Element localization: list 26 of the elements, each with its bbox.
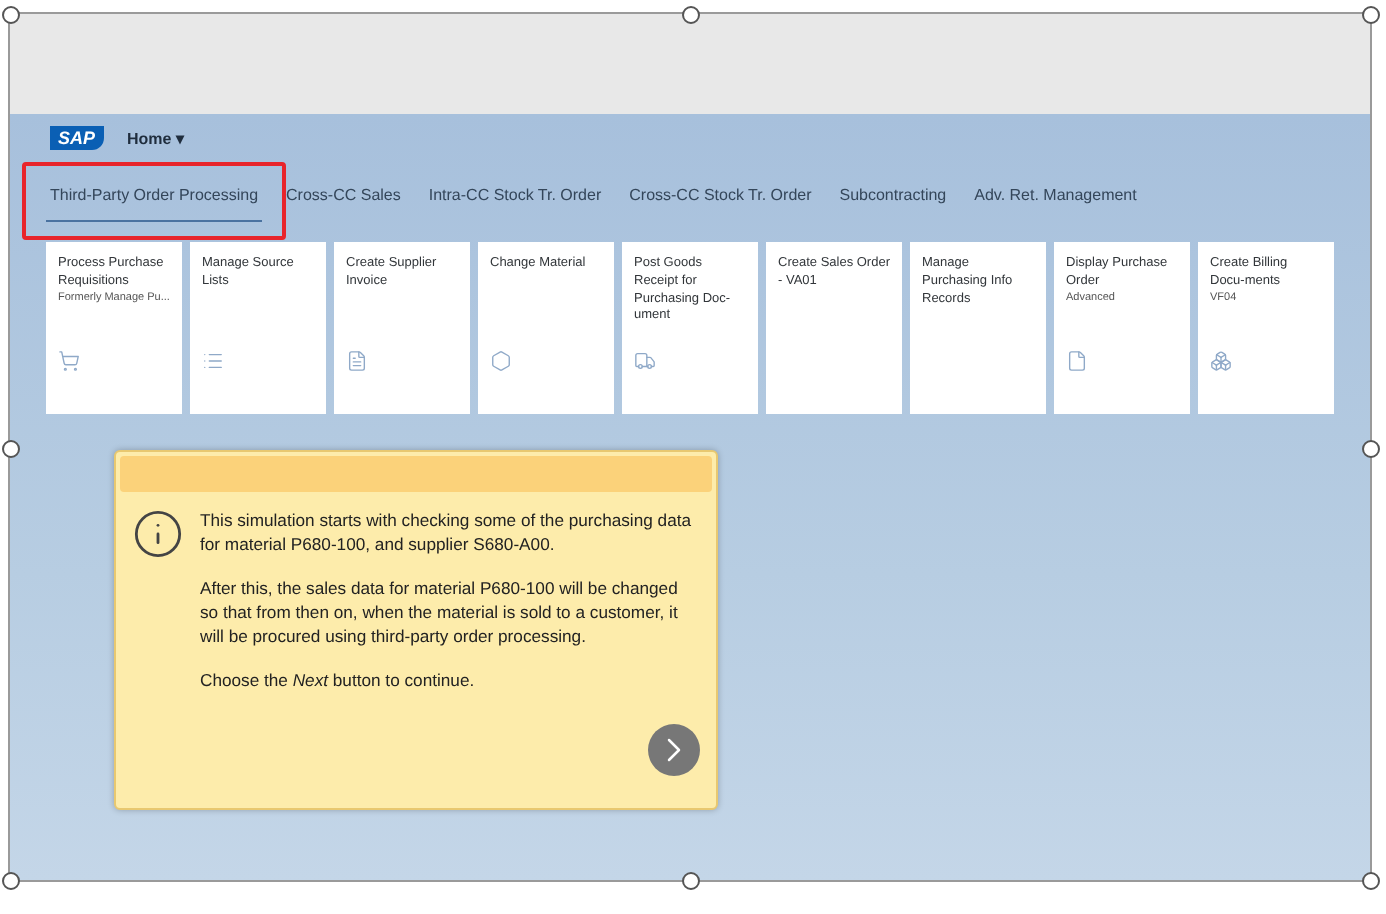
cart-icon bbox=[58, 350, 80, 372]
next-button[interactable] bbox=[648, 724, 700, 776]
truck-icon bbox=[634, 350, 656, 372]
resize-handle[interactable] bbox=[682, 6, 700, 24]
resize-handle[interactable] bbox=[682, 872, 700, 890]
home-menu[interactable]: Home ▾ bbox=[127, 129, 184, 147]
tab[interactable]: Cross-CC Stock Tr. Order bbox=[625, 178, 816, 222]
info-icon bbox=[132, 508, 184, 560]
invoice-icon bbox=[346, 350, 368, 372]
hexagon-icon bbox=[490, 350, 512, 372]
dialog-paragraph: This simulation starts with checking some of the purchasing data for material P680-100, and supplier S680-A00. bbox=[200, 508, 694, 557]
dialog-paragraph: After this, the sales data for material P680-100 will be changed so that from then on, when the material is sold to a customer, it will be procured using third-party order processing. bbox=[200, 576, 680, 649]
tab[interactable]: Third-Party Order Processing bbox=[46, 178, 263, 222]
tab[interactable]: Adv. Ret. Management bbox=[970, 178, 1141, 222]
resize-handle[interactable] bbox=[1362, 6, 1380, 24]
boxes-icon bbox=[1210, 350, 1232, 372]
document-icon bbox=[1066, 350, 1088, 372]
resize-handle[interactable] bbox=[2, 439, 20, 457]
resize-handle[interactable] bbox=[2, 872, 20, 890]
logo: SAP bbox=[50, 126, 104, 150]
tab[interactable]: Cross-CC Sales bbox=[282, 178, 405, 222]
resize-handle[interactable] bbox=[2, 6, 20, 24]
tab[interactable]: Intra-CC Stock Tr. Order bbox=[424, 178, 606, 222]
tab[interactable]: Subcontracting bbox=[835, 178, 951, 222]
resize-handle[interactable] bbox=[1362, 872, 1380, 890]
dialog-paragraph: Choose the Next button to continue. bbox=[200, 668, 477, 693]
